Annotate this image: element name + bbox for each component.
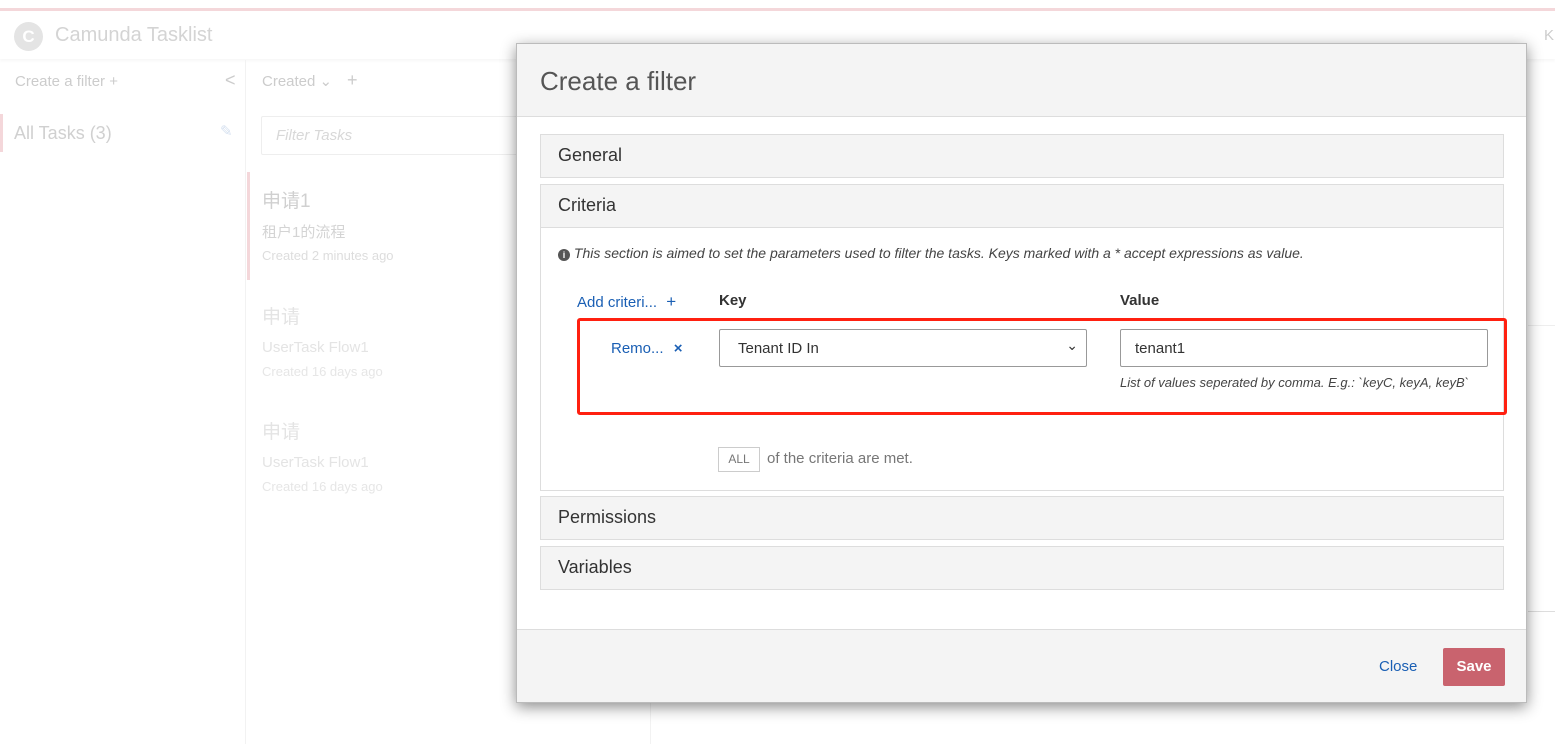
add-sort-plus-icon[interactable]: + xyxy=(347,70,358,91)
add-criteria-label: Add criteri... xyxy=(577,294,658,311)
collapse-sidebar-icon[interactable]: < xyxy=(225,70,236,91)
close-button[interactable]: Close xyxy=(1379,658,1417,675)
task-item[interactable]: 申请 UserTask Flow1 Created 16 days ago xyxy=(262,417,383,494)
key-header: Key xyxy=(719,292,747,309)
filter-all-tasks[interactable]: All Tasks (3) xyxy=(14,123,112,144)
plus-icon: + xyxy=(109,73,118,90)
section-criteria[interactable]: Criteria xyxy=(540,184,1504,228)
plus-icon: + xyxy=(666,292,677,311)
add-criteria-button[interactable]: Add criteri... + xyxy=(577,292,676,312)
task-process: UserTask Flow1 xyxy=(262,454,369,471)
task-process: UserTask Flow1 xyxy=(262,339,369,356)
task-name: 申请 xyxy=(262,422,301,443)
section-variables[interactable]: Variables xyxy=(540,546,1504,590)
sort-created-dropdown[interactable]: Created ⌄ xyxy=(262,72,332,90)
task-item[interactable]: 申请1 租户1的流程 Created 2 minutes ago xyxy=(262,186,394,263)
highlight-annotation-box xyxy=(577,318,1507,415)
modal-title: Create a filter xyxy=(517,44,1526,117)
task-item[interactable]: 申请 UserTask Flow1 Created 16 days ago xyxy=(262,302,383,379)
selected-task-indicator xyxy=(247,172,250,280)
task-name: 申请 xyxy=(262,307,301,328)
task-created: Created 2 minutes ago xyxy=(262,248,394,263)
camunda-logo: C xyxy=(14,22,43,51)
info-icon: i xyxy=(558,249,570,261)
chevron-down-icon: ⌄ xyxy=(315,73,333,90)
sort-label: Created xyxy=(262,73,316,90)
section-general[interactable]: General xyxy=(540,134,1504,178)
match-mode-toggle[interactable]: ALL xyxy=(718,447,760,472)
edit-filter-pencil-icon[interactable]: ✎ xyxy=(220,122,233,140)
divider xyxy=(1528,611,1555,612)
value-header: Value xyxy=(1120,292,1160,309)
task-name: 申请1 xyxy=(262,191,311,212)
header-right-item[interactable]: K xyxy=(1544,27,1554,44)
task-created: Created 16 days ago xyxy=(262,364,383,379)
match-text: of the criteria are met. xyxy=(767,450,913,467)
modal-footer: Close Save xyxy=(517,629,1526,702)
section-permissions[interactable]: Permissions xyxy=(540,496,1504,540)
sidebar-divider xyxy=(245,60,246,744)
divider xyxy=(1528,325,1555,326)
create-filter-label: Create a filter xyxy=(15,73,106,90)
create-filter-link[interactable]: Create a filter + xyxy=(15,73,118,90)
filter-tasks-input[interactable]: Filter Tasks xyxy=(261,116,531,155)
criteria-info-text: This section is aimed to set the paramet… xyxy=(573,245,1304,261)
criteria-info: i This section is aimed to set the param… xyxy=(558,245,1304,261)
app-title: Camunda Tasklist xyxy=(55,24,213,46)
save-button[interactable]: Save xyxy=(1443,648,1505,686)
active-filter-indicator xyxy=(0,114,3,152)
task-created: Created 16 days ago xyxy=(262,479,383,494)
task-process: 租户1的流程 xyxy=(262,224,346,241)
